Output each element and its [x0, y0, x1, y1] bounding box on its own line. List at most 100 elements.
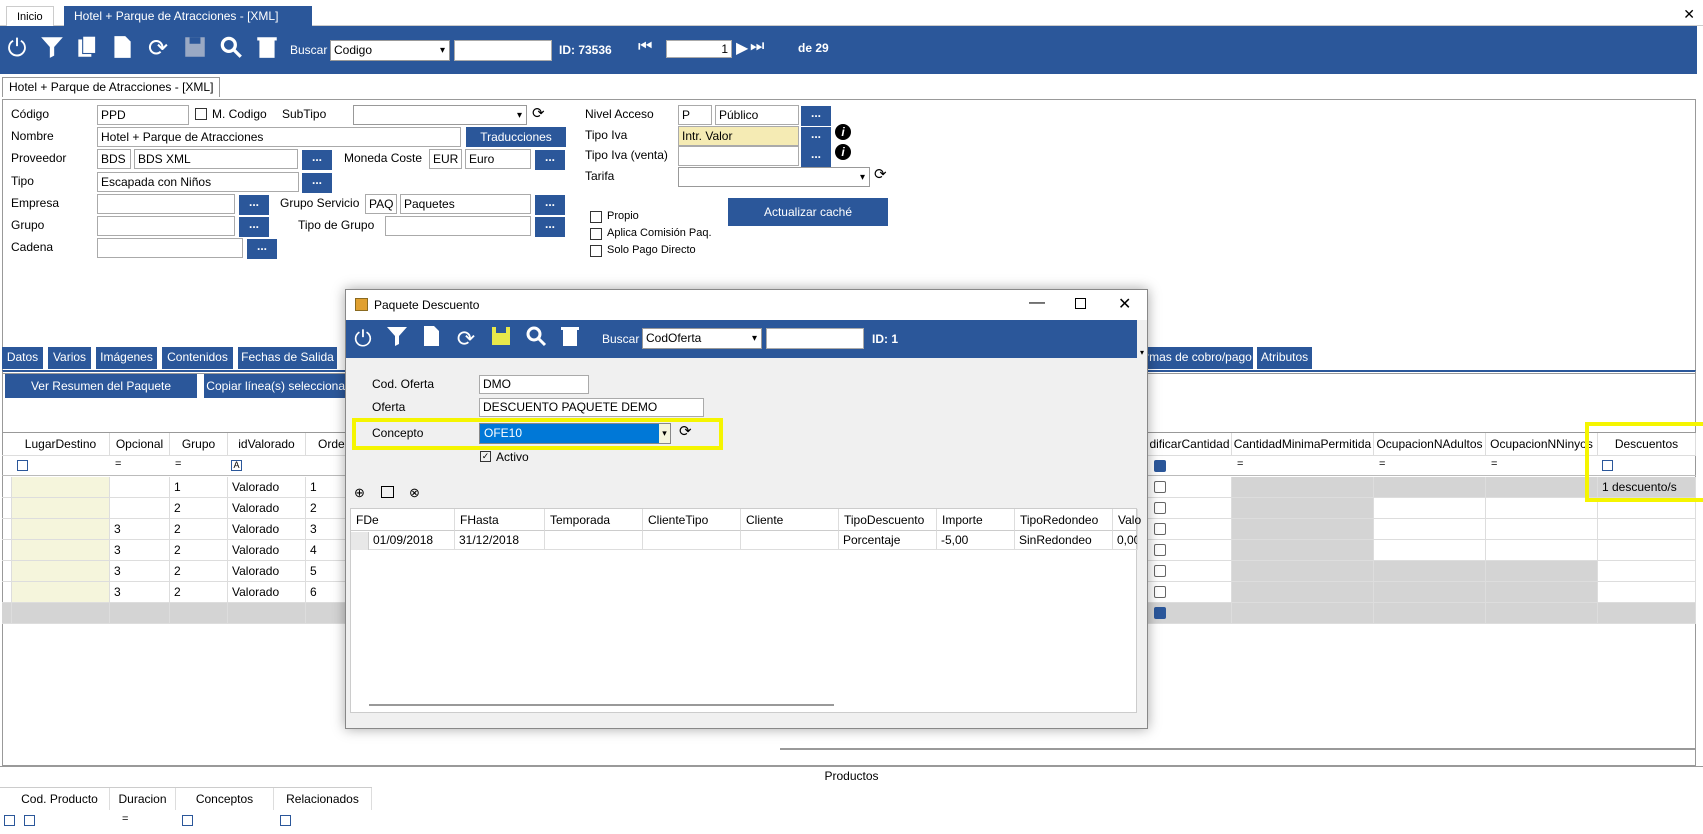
- cell-lugardestino[interactable]: [12, 561, 110, 582]
- nivel-lookup-button[interactable]: ...: [801, 106, 831, 126]
- filter-icon[interactable]: [182, 815, 193, 826]
- cell-orden[interactable]: [306, 603, 346, 624]
- horizontal-scrollbar[interactable]: [369, 704, 834, 706]
- tarifa-refresh-icon[interactable]: ⟳: [874, 165, 887, 183]
- concepto-select[interactable]: OFE10: [479, 423, 671, 444]
- empresa-input[interactable]: [97, 194, 235, 214]
- row-selector[interactable]: [2, 540, 12, 561]
- close-icon[interactable]: ✕: [1683, 6, 1695, 23]
- new-document-icon[interactable]: [416, 324, 446, 354]
- grupo-servicio-name-input[interactable]: Paquetes: [400, 194, 531, 214]
- aplica-comision-checkbox[interactable]: [590, 228, 602, 240]
- col-header[interactable]: Temporada: [545, 509, 643, 531]
- cell-opcional[interactable]: 3: [110, 519, 170, 540]
- cell-tiporedondeo[interactable]: SinRedondeo: [1015, 531, 1113, 550]
- row-selector[interactable]: [2, 519, 12, 540]
- filter-bool-icon[interactable]: [1154, 460, 1166, 472]
- cell-clientetipo[interactable]: [643, 531, 741, 550]
- filter-equals-icon[interactable]: =: [115, 458, 121, 470]
- cell-ocupacion-adultos[interactable]: [1374, 582, 1486, 603]
- grupo-input[interactable]: [97, 216, 235, 236]
- col-header[interactable]: Valo: [1113, 509, 1141, 531]
- row-selector[interactable]: [2, 561, 12, 582]
- cell-ocupacion-adultos[interactable]: [1374, 477, 1486, 498]
- cell-opcional[interactable]: [110, 603, 170, 624]
- cell-grupo[interactable]: 2: [170, 582, 228, 603]
- cell-temporada[interactable]: [545, 531, 643, 550]
- cell-descuentos[interactable]: [1598, 561, 1696, 582]
- copy-icon[interactable]: [72, 34, 102, 64]
- row-selector[interactable]: [2, 582, 12, 603]
- cell-grupo[interactable]: 2: [170, 519, 228, 540]
- cell-valor[interactable]: 0,00: [1113, 531, 1138, 550]
- modificar-cantidad-checkbox[interactable]: [1154, 565, 1166, 577]
- remove-icon[interactable]: ⊗: [409, 485, 420, 501]
- cell-ocupacion-ninyos[interactable]: [1486, 561, 1598, 582]
- cell-idvalorado[interactable]: Valorado: [228, 477, 306, 498]
- cadena-input[interactable]: [97, 238, 243, 258]
- cell-cantidad-minima[interactable]: [1232, 582, 1374, 603]
- row-selector[interactable]: [351, 532, 369, 550]
- col-header[interactable]: Relacionados: [274, 788, 372, 810]
- mcodigo-checkbox[interactable]: [195, 108, 207, 120]
- search-icon[interactable]: [521, 324, 551, 354]
- col-header[interactable]: FDe: [351, 509, 455, 531]
- cell-grupo[interactable]: [170, 603, 228, 624]
- filter-equals-icon[interactable]: =: [175, 458, 181, 470]
- col-header[interactable]: dificarCantidad: [1148, 433, 1232, 455]
- modificar-cantidad-checkbox[interactable]: [1154, 607, 1166, 619]
- tipo-iva-lookup-button[interactable]: ...: [801, 127, 831, 147]
- cell-ocupacion-adultos[interactable]: [1374, 498, 1486, 519]
- cell-ocupacion-ninyos[interactable]: [1486, 582, 1598, 603]
- cell-cantidad-minima[interactable]: [1232, 540, 1374, 561]
- subtab-formas-cobro[interactable]: rmas de cobro/pago: [1144, 347, 1254, 369]
- moneda-name-input[interactable]: Euro: [465, 149, 531, 169]
- col-header[interactable]: OcupacionNNinyos: [1486, 433, 1598, 455]
- search-icon[interactable]: [216, 34, 246, 64]
- filter-text-icon[interactable]: A: [231, 460, 242, 471]
- cell-opcional[interactable]: [110, 477, 170, 498]
- cell-lugardestino[interactable]: [12, 477, 110, 498]
- cell-opcional[interactable]: [110, 498, 170, 519]
- next-record-icon[interactable]: ▶: [736, 38, 748, 58]
- cell-idvalorado[interactable]: Valorado: [228, 519, 306, 540]
- copiar-lineas-button[interactable]: Copiar línea(s) seleccionad: [204, 374, 354, 398]
- tipo-iva-venta-input[interactable]: [678, 146, 799, 166]
- subtipo-select[interactable]: [353, 105, 527, 125]
- filter-equals-icon[interactable]: =: [1379, 458, 1385, 470]
- col-header[interactable]: Grupo: [170, 433, 228, 455]
- chevron-down-icon[interactable]: ▾: [659, 424, 670, 443]
- cell-cliente[interactable]: [741, 531, 839, 550]
- modificar-cantidad-checkbox[interactable]: [1154, 544, 1166, 556]
- cell-descuentos[interactable]: [1598, 540, 1696, 561]
- close-icon[interactable]: ✕: [1118, 294, 1131, 314]
- col-header[interactable]: Conceptos: [176, 788, 274, 810]
- modificar-cantidad-checkbox[interactable]: [1154, 586, 1166, 598]
- page-input[interactable]: 1: [666, 40, 732, 58]
- cell-cantidad-minima[interactable]: [1232, 498, 1374, 519]
- search-input[interactable]: [454, 40, 552, 61]
- minimize-icon[interactable]: —: [1029, 294, 1045, 312]
- cell-opcional[interactable]: 3: [110, 582, 170, 603]
- filter-icon[interactable]: [24, 815, 35, 826]
- col-header[interactable]: Opcional: [110, 433, 170, 455]
- traducciones-button[interactable]: Traducciones: [466, 127, 566, 147]
- cell-ocupacion-adultos[interactable]: [1374, 540, 1486, 561]
- col-header[interactable]: Duracion: [110, 788, 176, 810]
- cell-ocupacion-ninyos[interactable]: [1486, 519, 1598, 540]
- refresh-icon[interactable]: ⟳: [143, 34, 173, 64]
- col-header[interactable]: FHasta: [455, 509, 545, 531]
- delete-icon[interactable]: [555, 324, 585, 354]
- cell-idvalorado[interactable]: Valorado: [228, 561, 306, 582]
- col-header[interactable]: OcupacionNAdultos: [1374, 433, 1486, 455]
- proveedor-lookup-button[interactable]: ...: [302, 150, 332, 170]
- concepto-refresh-icon[interactable]: ⟳: [679, 422, 692, 440]
- cell-ocupacion-adultos[interactable]: [1374, 603, 1486, 624]
- save-icon[interactable]: [180, 34, 210, 64]
- cell-orden[interactable]: 3: [306, 519, 346, 540]
- modificar-cantidad-checkbox[interactable]: [1154, 502, 1166, 514]
- cell-ocupacion-adultos[interactable]: [1374, 561, 1486, 582]
- filter-icon[interactable]: [37, 34, 67, 64]
- col-header[interactable]: LugarDestino: [12, 433, 110, 455]
- cell-cantidad-minima[interactable]: [1232, 603, 1374, 624]
